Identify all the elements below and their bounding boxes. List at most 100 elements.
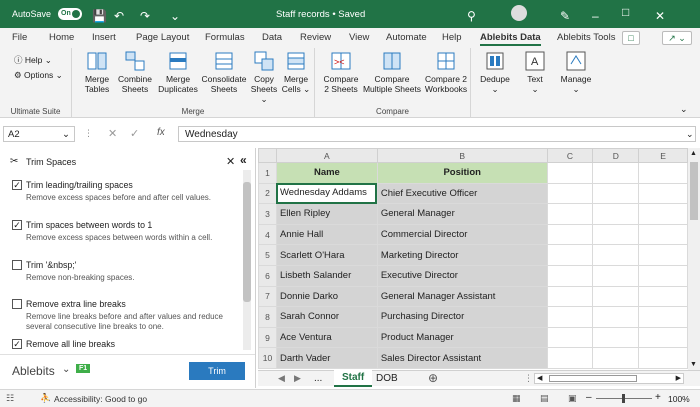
close-icon[interactable]: ✕ (655, 9, 665, 23)
cell[interactable] (638, 306, 688, 328)
avatar[interactable] (511, 5, 527, 21)
dedupe-button[interactable]: Dedupe ⌄ (476, 50, 514, 94)
redo-icon[interactable]: ↷ (140, 9, 150, 23)
collapse-ribbon-icon[interactable]: ⌄ (680, 104, 688, 115)
active-cell[interactable]: Wednesday Addams (275, 182, 378, 205)
compare-multiple-sheets-button[interactable]: Compare Multiple Sheets (361, 50, 423, 94)
cell[interactable] (592, 285, 640, 308)
cell[interactable] (592, 347, 640, 369)
tab-page-layout[interactable]: Page Layout (136, 32, 189, 43)
cell[interactable] (546, 223, 594, 246)
row-header[interactable]: 5 (258, 244, 277, 266)
zoom-slider-thumb[interactable] (622, 394, 625, 403)
cell[interactable] (546, 285, 594, 308)
cell[interactable]: Chief Executive Officer (376, 182, 548, 205)
cell[interactable] (546, 244, 594, 266)
cell[interactable] (546, 326, 594, 349)
insert-function-icon[interactable]: fx (157, 127, 165, 138)
row-header[interactable]: 2 (258, 182, 277, 205)
column-header[interactable]: A (275, 148, 378, 163)
cell[interactable]: Executive Director (376, 264, 548, 287)
scroll-left-icon[interactable]: ◀ (537, 374, 542, 382)
header-cell-position[interactable]: Position (376, 162, 548, 184)
document-title[interactable]: Staff records • Saved (276, 9, 365, 20)
formula-input[interactable]: Wednesday (178, 126, 696, 142)
name-box[interactable]: A2 ⌄ (3, 126, 75, 142)
cell[interactable] (638, 182, 688, 205)
cell[interactable] (638, 285, 688, 308)
normal-view-icon[interactable]: ▦ (512, 393, 521, 404)
row-header[interactable]: 10 (258, 347, 277, 369)
page-break-icon[interactable]: ▣ (568, 393, 577, 404)
cell[interactable]: Scarlett O'Hara (275, 244, 378, 266)
scrollbar-thumb[interactable] (549, 375, 637, 382)
cell[interactable] (592, 223, 640, 246)
tab-view[interactable]: View (349, 32, 369, 43)
more-sheets[interactable]: ... (314, 373, 322, 384)
cell[interactable] (592, 264, 640, 287)
scroll-up-icon[interactable]: ▲ (690, 150, 697, 157)
tab-data[interactable]: Data (262, 32, 282, 43)
help-button[interactable]: ⓘ Help ⌄ (14, 54, 52, 66)
manage-button[interactable]: Manage ⌄ (556, 50, 596, 94)
consolidate-sheets-button[interactable]: Consolidate Sheets (200, 50, 248, 94)
autosave-toggle[interactable]: On (58, 8, 82, 20)
column-header[interactable]: B (376, 148, 548, 163)
enter-icon[interactable]: ✓ (130, 127, 139, 140)
cell[interactable] (638, 347, 688, 369)
zoom-out-icon[interactable]: – (586, 392, 592, 403)
cell[interactable]: Purchasing Director (376, 306, 548, 328)
column-header[interactable]: E (638, 148, 688, 163)
tab-review[interactable]: Review (300, 32, 331, 43)
cell[interactable] (546, 347, 594, 369)
cell[interactable]: Darth Vader (275, 347, 378, 369)
cell[interactable] (546, 203, 594, 225)
checkbox[interactable] (12, 260, 22, 270)
cell[interactable]: Annie Hall (275, 223, 378, 246)
row-header[interactable]: 7 (258, 285, 277, 308)
cell[interactable]: Ellen Ripley (275, 203, 378, 225)
tab-insert[interactable]: Insert (92, 32, 116, 43)
share-button[interactable]: ↗ ⌄ (662, 31, 692, 45)
cell[interactable] (592, 306, 640, 328)
scroll-down-icon[interactable]: ▼ (690, 361, 697, 368)
f1-help-badge[interactable]: F1 (76, 364, 91, 373)
cell[interactable] (638, 203, 688, 225)
cell[interactable]: General Manager Assistant (376, 285, 548, 308)
comments-button[interactable]: □ (622, 31, 640, 45)
cell[interactable] (546, 306, 594, 328)
chevron-down-icon[interactable]: ⌄ (62, 364, 70, 375)
header-cell-name[interactable]: Name (275, 162, 378, 184)
cell[interactable] (592, 162, 640, 184)
compare-2-sheets-button[interactable]: >< Compare 2 Sheets (321, 50, 361, 94)
horizontal-scrollbar[interactable]: ◀ ▶ (534, 373, 684, 384)
checkbox[interactable]: ✓ (12, 220, 22, 230)
search-icon[interactable]: ⚲ (467, 9, 476, 23)
cell[interactable] (638, 326, 688, 349)
column-header[interactable]: C (546, 148, 594, 163)
accessibility-status[interactable]: Accessibility: Good to go (54, 394, 147, 404)
tab-automate[interactable]: Automate (386, 32, 427, 43)
brand-logo[interactable]: Ablebits (12, 364, 55, 378)
combine-sheets-button[interactable]: Combine Sheets (116, 50, 154, 94)
compare-workbooks-button[interactable]: Compare 2 Workbooks (423, 50, 469, 94)
customize-qat-icon[interactable]: ⌄ (170, 9, 180, 23)
add-sheet-icon[interactable]: ⊕ (428, 371, 438, 385)
cancel-icon[interactable]: ✕ (108, 127, 117, 140)
sheet-tab-staff[interactable]: Staff (334, 370, 373, 387)
checkbox[interactable]: ✓ (12, 180, 22, 190)
sheet-tab-dob[interactable]: DOB (376, 373, 398, 384)
zoom-in-icon[interactable]: + (655, 392, 661, 403)
vertical-scrollbar[interactable]: ▲ ▼ (688, 148, 700, 370)
cell[interactable] (592, 326, 640, 349)
row-header[interactable]: 4 (258, 223, 277, 246)
pane-scrollbar[interactable] (243, 170, 251, 350)
row-header[interactable]: 6 (258, 264, 277, 287)
scrollbar-thumb[interactable] (690, 162, 698, 220)
cell[interactable] (638, 264, 688, 287)
scroll-right-icon[interactable]: ▶ (676, 374, 681, 382)
pen-icon[interactable]: ✎ (560, 9, 570, 23)
cell[interactable] (638, 162, 688, 184)
cell[interactable] (592, 244, 640, 266)
tab-file[interactable]: File (12, 32, 27, 43)
